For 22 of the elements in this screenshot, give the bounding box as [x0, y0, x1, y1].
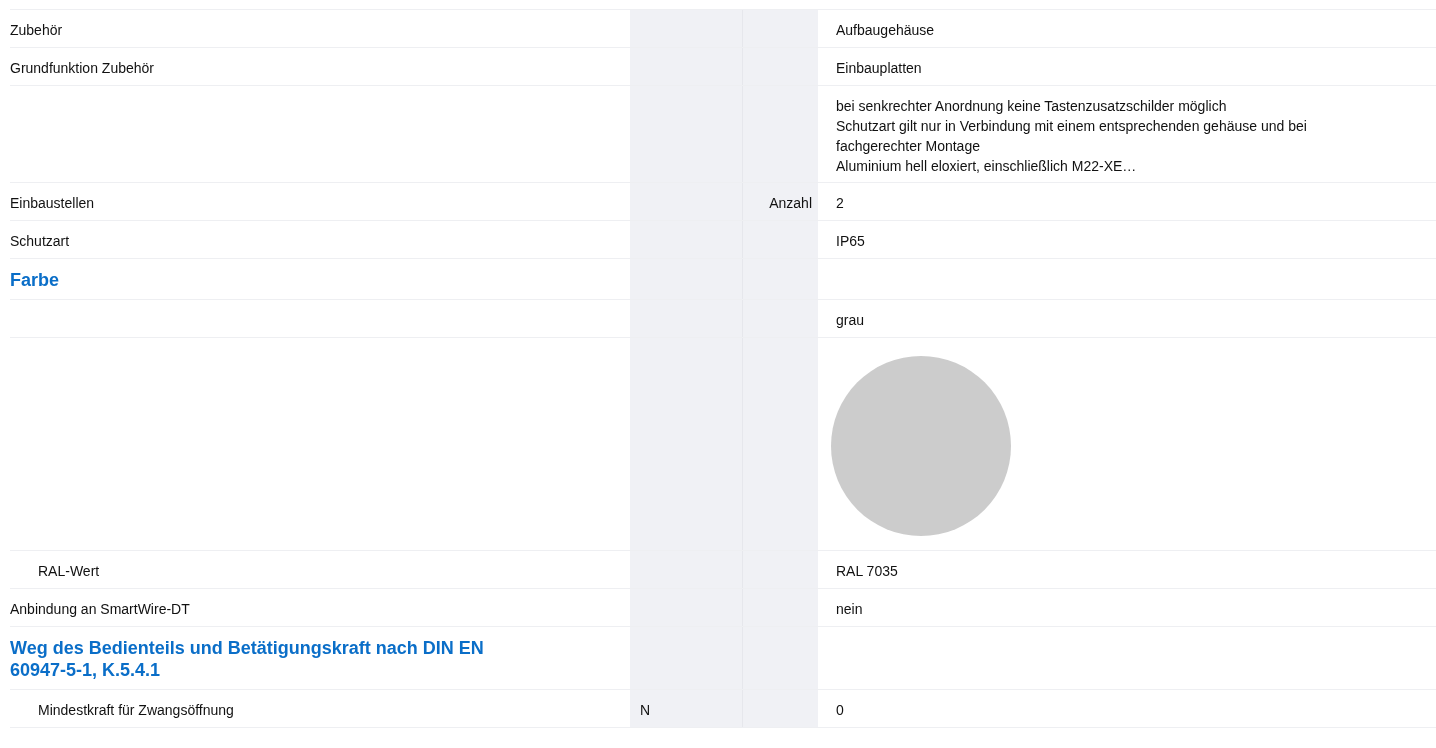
property-label: Einbaustellen — [10, 195, 95, 211]
property-label: Schutzart — [10, 233, 70, 249]
property-label: Zubehör — [10, 22, 63, 38]
property-value: Einbauplatten — [836, 60, 922, 76]
property-value: Aufbaugehäuse — [836, 22, 935, 38]
note-text: Schutzart gilt nur in Verbindung mit einem entsprechenden gehäuse und bei fachgerechter Montage — [836, 117, 1308, 156]
property-label: RAL-Wert — [38, 563, 100, 579]
property-value: IP65 — [836, 233, 865, 249]
property-value: 0 — [836, 702, 844, 718]
property-value: nein — [836, 601, 863, 617]
note-text: bei senkrechter Anordnung keine Tastenzusatzschilder möglich — [836, 97, 1228, 116]
section-heading: Weg des Bedienteils und Betätigungskraft nach DIN EN 60947-5-1, K.5.4.1 — [10, 637, 485, 682]
property-label: Grundfunktion Zubehör — [10, 60, 154, 76]
property-label: Anbindung an SmartWire-DT — [10, 601, 190, 617]
property-value: RAL 7035 — [836, 563, 898, 579]
note-text: Aluminium hell eloxiert, einschließlich M22-XE… — [836, 157, 1138, 176]
property-label: Mindestkraft für Zwangsöffnung — [38, 702, 234, 718]
property-value: grau — [836, 312, 865, 328]
section-heading: Farbe — [10, 269, 61, 292]
unit-cell: N — [630, 690, 742, 727]
property-value: 2 — [836, 195, 844, 211]
qualifier-cell: Anzahl — [742, 183, 818, 220]
